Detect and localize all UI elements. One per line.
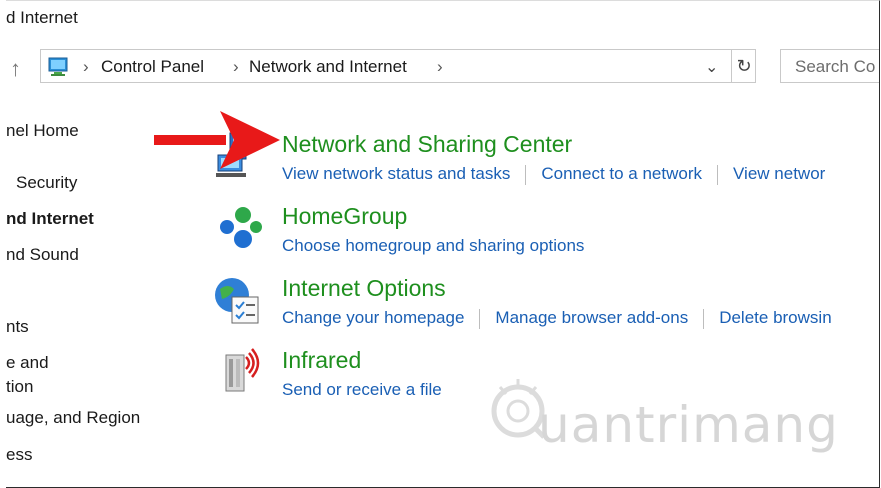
internet-options-link[interactable]: Internet Options bbox=[282, 275, 446, 302]
sidebar-item-accounts[interactable]: nts bbox=[6, 317, 29, 337]
watermark-text: uantrimang bbox=[538, 396, 839, 454]
search-placeholder: Search Co bbox=[795, 57, 876, 76]
sidebar-item-appearance[interactable]: e and bbox=[6, 353, 49, 373]
infrared-link[interactable]: Infrared bbox=[282, 347, 361, 374]
internet-options-icon bbox=[215, 278, 259, 324]
infrared-icon bbox=[225, 348, 260, 392]
sidebar-item-network-internet[interactable]: nd Internet bbox=[6, 209, 94, 229]
homegroup-link[interactable]: HomeGroup bbox=[282, 203, 407, 230]
sidebar-item-sound[interactable]: nd Sound bbox=[6, 245, 79, 265]
change-homepage-link[interactable]: Change your homepage bbox=[282, 308, 464, 327]
control-panel-icon bbox=[47, 56, 69, 83]
up-arrow-icon[interactable]: ↑ bbox=[10, 56, 21, 82]
breadcrumb-separator: › bbox=[437, 57, 443, 76]
sidebar-item-region[interactable]: uage, and Region bbox=[6, 408, 140, 428]
send-receive-file-link[interactable]: Send or receive a file bbox=[282, 380, 442, 399]
sidebar-item-ease-of-access[interactable]: ess bbox=[6, 445, 32, 465]
control-panel-window: d Internet ↑ › Control Panel › Network a… bbox=[6, 0, 880, 488]
connect-to-network-link[interactable]: Connect to a network bbox=[541, 164, 702, 183]
breadcrumb-network-and-internet[interactable]: Network and Internet bbox=[249, 57, 407, 77]
sidebar-item-appearance-2[interactable]: tion bbox=[6, 377, 33, 397]
link-divider bbox=[525, 164, 527, 185]
link-divider bbox=[717, 164, 719, 185]
sidebar-item-security[interactable]: Security bbox=[16, 173, 77, 193]
network-sharing-center-link[interactable]: Network and Sharing Center bbox=[282, 131, 572, 158]
breadcrumb-separator: › bbox=[83, 57, 89, 76]
breadcrumb-control-panel[interactable]: Control Panel bbox=[101, 57, 204, 77]
view-network-computers-link[interactable]: View networ bbox=[733, 164, 825, 183]
link-divider bbox=[703, 308, 705, 329]
window-title: d Internet bbox=[6, 8, 78, 27]
sidebar-item-home[interactable]: nel Home bbox=[6, 121, 79, 141]
choose-homegroup-options-link[interactable]: Choose homegroup and sharing options bbox=[282, 236, 584, 255]
refresh-icon[interactable]: ↻ bbox=[731, 50, 756, 82]
address-bar[interactable]: › Control Panel › Network and Internet ›… bbox=[40, 49, 756, 83]
view-network-status-link[interactable]: View network status and tasks bbox=[282, 164, 510, 183]
search-input[interactable]: Search Co bbox=[780, 49, 879, 83]
homegroup-icon bbox=[220, 207, 262, 248]
delete-browsing-history-link[interactable]: Delete browsin bbox=[719, 308, 831, 327]
breadcrumb-separator: › bbox=[233, 57, 239, 76]
red-arrow-icon bbox=[154, 111, 280, 169]
manage-browser-addons-link[interactable]: Manage browser add-ons bbox=[495, 308, 688, 327]
chevron-down-icon[interactable]: ⌄ bbox=[705, 57, 718, 77]
link-divider bbox=[479, 308, 481, 329]
